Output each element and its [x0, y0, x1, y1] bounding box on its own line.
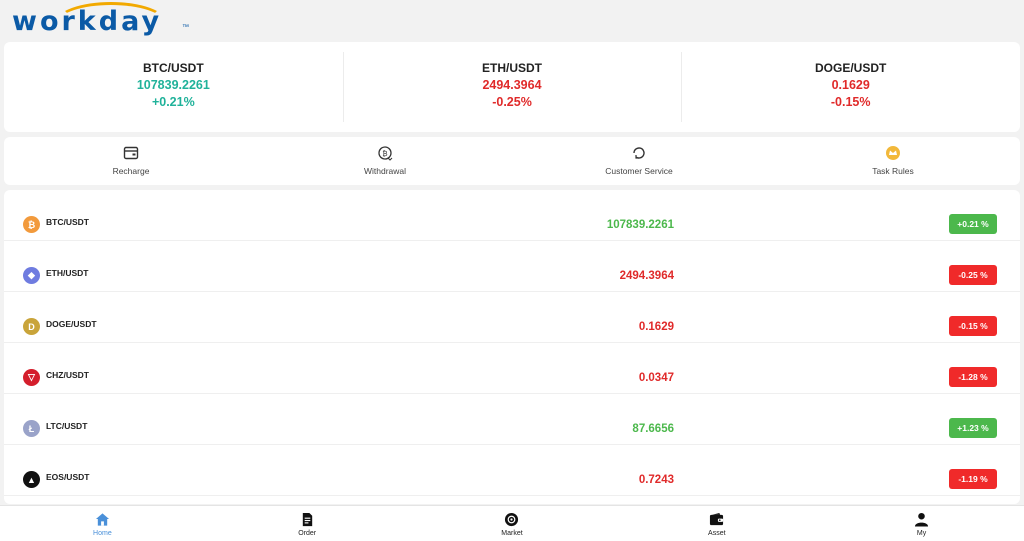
- ticker-price: 0.1629: [831, 78, 870, 92]
- row-pair: LTC/USDT: [46, 421, 88, 431]
- nav-label: My: [916, 530, 927, 537]
- quick-actions: Recharge ₿ Withdrawal Customer Service T…: [4, 137, 1020, 185]
- row-price: 87.6656: [632, 423, 674, 435]
- nav-label: Asset: [708, 530, 726, 537]
- change-badge: -0.25 %: [949, 265, 997, 285]
- market-row-ltc[interactable]: Ł LTC/USDT 87.6656 +1.23 %: [4, 394, 1020, 445]
- row-price: 107839.2261: [606, 219, 674, 231]
- eth-coin-icon: ◆: [23, 267, 40, 284]
- eos-coin-icon: ▲: [23, 471, 40, 488]
- ticker-change: -0.15%: [830, 95, 871, 109]
- row-pair: CHZ/USDT: [46, 370, 89, 380]
- market-row-eth[interactable]: ◆ ETH/USDT 2494.3964 -0.25 %: [4, 241, 1020, 292]
- action-label: Customer Service: [605, 166, 673, 176]
- action-label: Recharge: [112, 166, 150, 176]
- customer-service-button[interactable]: Customer Service: [512, 137, 766, 185]
- change-badge: +0.21 %: [949, 214, 997, 234]
- nav-label: Order: [298, 530, 317, 537]
- home-icon: [94, 511, 110, 527]
- ticker-pair: BTC/USDT: [143, 61, 204, 75]
- change-badge: -1.28 %: [949, 367, 997, 387]
- bitcoin-withdraw-icon: ₿: [376, 144, 394, 162]
- logo-text: workday: [12, 6, 163, 37]
- chz-coin-icon: ▽: [23, 369, 40, 386]
- market-row-doge[interactable]: D DOGE/USDT 0.1629 -0.15 %: [4, 292, 1020, 343]
- row-price: 2494.3964: [619, 270, 674, 282]
- ticker-doge[interactable]: DOGE/USDT 0.1629 -0.15%: [681, 42, 1020, 132]
- row-price: 0.7243: [638, 474, 674, 486]
- row-pair: EOS/USDT: [46, 472, 90, 482]
- row-price: 0.1629: [638, 321, 674, 333]
- market-list: ₿ BTC/USDT 107839.2261 +0.21 % ◆ ETH/USD…: [4, 190, 1020, 504]
- ticker-price: 2494.3964: [482, 78, 542, 92]
- ticker-pair: DOGE/USDT: [815, 61, 887, 75]
- nav-market[interactable]: Market: [410, 506, 615, 541]
- market-row-eos[interactable]: ▲ EOS/USDT 0.7243 -1.19 %: [4, 445, 1020, 496]
- row-pair: BTC/USDT: [46, 217, 89, 227]
- user-icon: [914, 511, 930, 527]
- ticker-btc[interactable]: BTC/USDT 107839.2261 +0.21%: [4, 42, 343, 132]
- task-rules-button[interactable]: Task Rules: [766, 137, 1020, 185]
- ticker-change: +0.21%: [151, 95, 195, 109]
- row-pair: ETH/USDT: [46, 268, 89, 278]
- ticker-change: -0.25%: [492, 95, 532, 109]
- row-price: 0.0347: [638, 372, 674, 384]
- svg-text:₿: ₿: [382, 150, 387, 158]
- btc-coin-icon: ₿: [23, 216, 40, 233]
- nav-label: Market: [501, 530, 523, 537]
- logo-trademark: ™: [182, 24, 189, 31]
- bottom-nav: Home Order Market Asset My: [0, 505, 1024, 541]
- market-row-chz[interactable]: ▽ CHZ/USDT 0.0347 -1.28 %: [4, 343, 1020, 394]
- workday-logo[interactable]: workday ™: [12, 2, 189, 38]
- nav-my[interactable]: My: [819, 506, 1024, 541]
- change-badge: -0.15 %: [949, 316, 997, 336]
- nav-label: Home: [93, 530, 112, 537]
- ticker-pair: ETH/USDT: [482, 61, 542, 75]
- recharge-button[interactable]: Recharge: [4, 137, 258, 185]
- nav-order[interactable]: Order: [205, 506, 410, 541]
- row-pair: DOGE/USDT: [46, 319, 97, 329]
- action-label: Task Rules: [872, 166, 914, 176]
- order-document-icon: [299, 511, 315, 527]
- nav-asset[interactable]: Asset: [614, 506, 819, 541]
- withdrawal-button[interactable]: ₿ Withdrawal: [258, 137, 512, 185]
- headset-refresh-icon: [630, 144, 648, 162]
- market-row-btc[interactable]: ₿ BTC/USDT 107839.2261 +0.21 %: [4, 190, 1020, 241]
- ticker-price: 107839.2261: [136, 78, 210, 92]
- wallet-card-icon: [122, 144, 140, 162]
- ticker-bar: BTC/USDT 107839.2261 +0.21% ETH/USDT 249…: [4, 42, 1020, 132]
- action-label: Withdrawal: [363, 166, 407, 176]
- wallet-icon: [709, 511, 725, 527]
- crown-badge-icon: [884, 144, 902, 162]
- nav-home[interactable]: Home: [0, 506, 205, 541]
- change-badge: +1.23 %: [949, 418, 997, 438]
- change-badge: -1.19 %: [949, 469, 997, 489]
- market-chart-icon: [504, 511, 520, 527]
- ltc-coin-icon: Ł: [23, 420, 40, 437]
- ticker-eth[interactable]: ETH/USDT 2494.3964 -0.25%: [342, 42, 682, 132]
- doge-coin-icon: D: [23, 318, 40, 335]
